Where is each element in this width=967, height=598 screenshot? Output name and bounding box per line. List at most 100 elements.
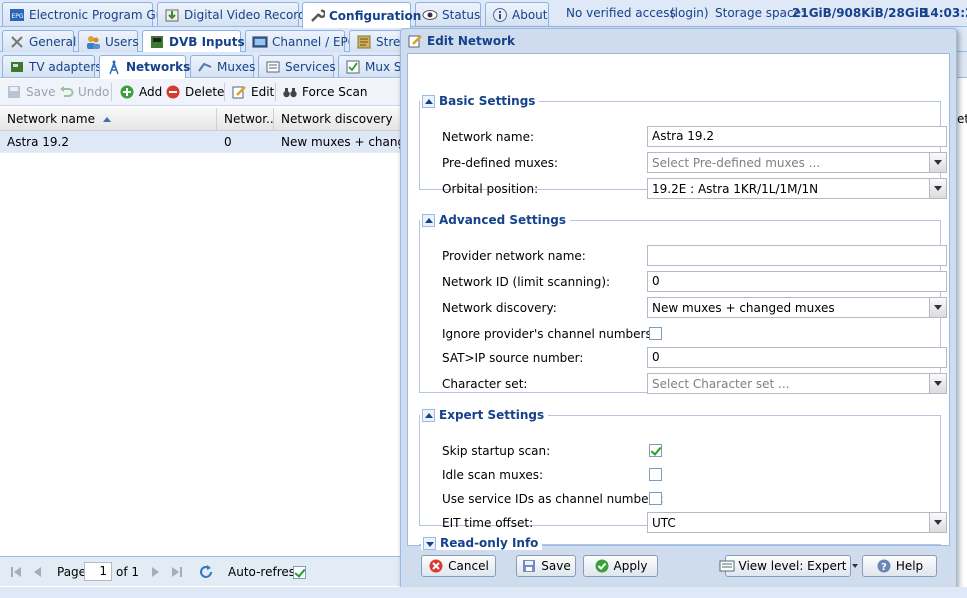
chevron-down-icon[interactable]: [929, 153, 946, 172]
character-set-select[interactable]: Select Character set ...: [647, 373, 947, 394]
network-id-field[interactable]: 0: [647, 271, 947, 292]
edit-button[interactable]: Edit: [231, 84, 274, 100]
readonly-info-title: Read-only Info: [440, 536, 539, 550]
column-network-name[interactable]: Network name: [0, 108, 217, 131]
column-network-name-label: Network name: [7, 112, 95, 126]
idle-scan-muxes-checkbox[interactable]: [649, 468, 662, 481]
view-level-icon: [719, 558, 735, 574]
adapter-icon: [9, 59, 25, 75]
apply-button[interactable]: Apply: [583, 555, 658, 577]
paging-toolbar: Page 1 of 1 Auto-refresh: [0, 556, 410, 586]
skip-startup-scan-checkbox[interactable]: [649, 444, 662, 457]
next-page-button[interactable]: [147, 564, 167, 580]
expert-settings-legend[interactable]: Expert Settings: [420, 408, 548, 422]
orbital-position-value: 19.2E : Astra 1KR/1L/1M/1N: [652, 182, 819, 196]
expand-down-icon[interactable]: [423, 536, 436, 550]
grid-header: Network name Networ... Network discovery: [0, 108, 410, 131]
eye-icon: [422, 7, 438, 23]
satip-source-field[interactable]: 0: [647, 347, 947, 368]
service-ids-checkbox[interactable]: [649, 492, 662, 505]
add-button[interactable]: Add: [119, 84, 162, 100]
last-page-button[interactable]: [169, 564, 189, 580]
satip-source-label: SAT>IP source number:: [442, 351, 584, 365]
table-row[interactable]: Astra 19.2 0 New muxes + changed r: [0, 131, 410, 153]
collapse-up-icon[interactable]: [422, 213, 435, 227]
dvb-card-icon: [149, 34, 165, 50]
refresh-button[interactable]: [198, 564, 218, 580]
tab-dvr-label: Digital Video Recorder: [184, 7, 318, 22]
storage-value: 21GiB/908KiB/28GiB: [792, 6, 928, 20]
tab-muxes-label: Muxes: [217, 59, 256, 74]
view-level-button[interactable]: View level: Expert: [719, 555, 858, 577]
tab-services[interactable]: Services: [258, 55, 336, 77]
tab-about[interactable]: About: [485, 2, 549, 26]
network-discovery-select[interactable]: New muxes + changed muxes: [647, 297, 947, 318]
wrench-icon: [309, 8, 327, 24]
login-link[interactable]: (login): [670, 6, 709, 20]
tab-tv-adapters[interactable]: TV adapters: [2, 55, 102, 77]
ignore-channel-numbers-checkbox[interactable]: [649, 327, 662, 340]
readonly-info-legend[interactable]: Read-only Info: [421, 536, 543, 550]
tab-muxes[interactable]: Muxes: [190, 55, 256, 77]
provider-network-name-field[interactable]: [647, 245, 947, 266]
stream-icon: [356, 34, 372, 50]
undo-button[interactable]: Undo: [58, 84, 109, 100]
eit-time-offset-label: EIT time offset:: [442, 516, 534, 530]
first-page-button[interactable]: [8, 564, 28, 580]
page-number-input[interactable]: 1: [84, 562, 112, 581]
prev-page-button[interactable]: [30, 564, 50, 580]
column-networks[interactable]: Networ...: [217, 108, 274, 131]
save-button[interactable]: Save: [6, 84, 55, 100]
save-button-label: Save: [26, 85, 56, 99]
tab-epg[interactable]: EPG Electronic Program Guide: [2, 2, 182, 26]
collapse-up-icon[interactable]: [422, 408, 435, 422]
prev-page-icon: [30, 564, 46, 580]
tab-dvb-inputs[interactable]: DVB Inputs: [142, 30, 245, 53]
network-id-label: Network ID (limit scanning):: [442, 275, 611, 289]
grid-column-edge: et: [957, 112, 967, 126]
character-set-label: Character set:: [442, 377, 528, 391]
network-name-label: Network name:: [442, 130, 534, 144]
collapse-up-icon[interactable]: [422, 94, 435, 108]
eit-time-offset-select[interactable]: UTC: [647, 512, 947, 533]
chevron-down-icon[interactable]: [929, 374, 946, 393]
basic-settings-legend[interactable]: Basic Settings: [420, 94, 539, 108]
cancel-icon: [428, 558, 444, 574]
toolbar-separator: [224, 83, 225, 101]
chevron-down-icon[interactable]: [929, 298, 946, 317]
tv-icon: [252, 34, 268, 50]
services-icon: [265, 59, 281, 75]
tab-channel-epg[interactable]: Channel / EPG: [245, 30, 357, 52]
delete-button[interactable]: Delete: [165, 84, 224, 100]
help-button[interactable]: ? Help: [862, 555, 937, 577]
cancel-button[interactable]: Cancel: [421, 555, 496, 577]
predefined-muxes-select[interactable]: Select Pre-defined muxes ...: [647, 152, 947, 173]
refresh-icon: [198, 564, 214, 580]
tab-configuration[interactable]: Configuration: [302, 2, 421, 28]
tab-dvr[interactable]: Digital Video Recorder: [157, 2, 318, 26]
tab-general[interactable]: General: [2, 30, 77, 52]
advanced-settings-legend[interactable]: Advanced Settings: [420, 213, 570, 227]
tools-icon: [9, 34, 25, 50]
dialog-save-button[interactable]: Save: [516, 555, 576, 577]
tab-users[interactable]: Users: [78, 30, 139, 52]
auto-refresh-checkbox[interactable]: [293, 566, 306, 579]
chevron-down-icon[interactable]: [929, 179, 946, 198]
chevron-down-icon: [851, 564, 858, 568]
page-label: Page: [57, 565, 87, 579]
column-network-discovery[interactable]: Network discovery: [274, 108, 410, 131]
tab-status[interactable]: Status: [415, 2, 481, 26]
tab-configuration-label: Configuration: [329, 8, 422, 23]
last-page-icon: [169, 564, 185, 580]
binoculars-icon: [282, 84, 298, 100]
tab-networks[interactable]: Networks: [99, 55, 190, 78]
orbital-position-select[interactable]: 19.2E : Astra 1KR/1L/1M/1N: [647, 178, 947, 199]
tab-networks-label: Networks: [126, 60, 191, 74]
network-name-field[interactable]: Astra 19.2: [647, 126, 947, 147]
force-scan-button[interactable]: Force Scan: [282, 84, 367, 100]
tab-general-label: General: [29, 34, 77, 49]
edit-network-dialog: Edit Network Basic Settings Network name…: [400, 28, 957, 590]
dialog-body: Basic Settings Network name: Astra 19.2 …: [407, 53, 950, 550]
dialog-title-bar[interactable]: Edit Network: [407, 32, 515, 50]
chevron-down-icon[interactable]: [929, 513, 946, 532]
